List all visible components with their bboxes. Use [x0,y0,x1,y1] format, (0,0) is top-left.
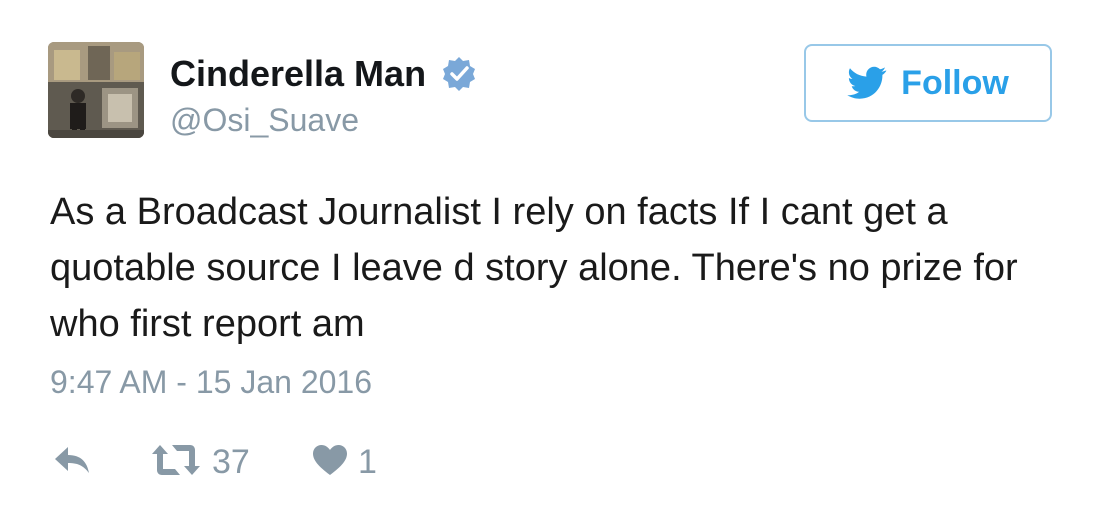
tweet-actions: 37 1 [52,440,432,484]
user-handle[interactable]: @Osi_Suave [170,102,359,139]
name-row: Cinderella Man [170,52,478,96]
like-count: 1 [358,442,377,481]
tweet-text: As a Broadcast Journalist I rely on fact… [50,191,1018,345]
follow-button[interactable]: Follow [804,44,1052,122]
like-button[interactable]: 1 [312,443,432,482]
reply-button[interactable] [52,444,150,481]
display-name[interactable]: Cinderella Man [170,53,426,95]
retweet-icon [150,443,202,482]
tweet-card: Cinderella Man @Osi_Suave Follow As a Br… [0,0,1120,524]
verified-badge-icon [440,55,478,93]
tweet-timestamp[interactable]: 9:47 AM - 15 Jan 2016 [50,364,372,401]
follow-button-label: Follow [901,63,1009,102]
twitter-bird-icon [847,66,887,100]
avatar[interactable] [48,42,144,138]
heart-icon [312,444,348,481]
retweet-button[interactable]: 37 [150,443,312,482]
retweet-count: 37 [212,442,250,481]
avatar-image [48,42,144,138]
reply-icon [52,444,92,481]
